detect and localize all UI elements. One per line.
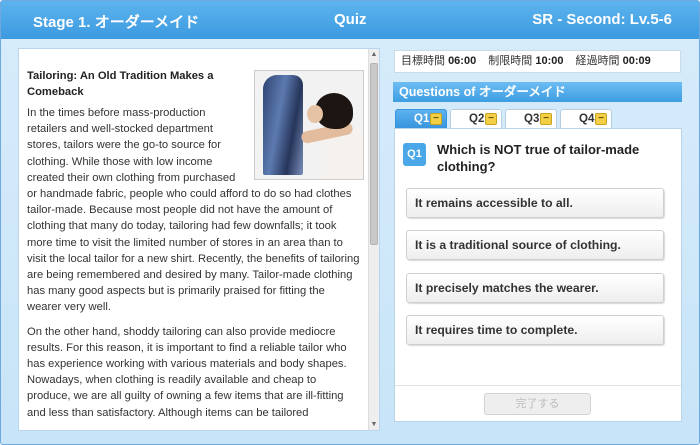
limit-time-value: 10:00 (535, 55, 564, 67)
level-label: SR - Second: Lv.5-6 (532, 11, 672, 28)
divider (395, 385, 681, 386)
answer-option-3[interactable]: It precisely matches the wearer. (406, 273, 664, 303)
tailor-photo-icon (254, 70, 364, 180)
elapsed-time-value: 00:09 (622, 55, 651, 67)
answer-option-4[interactable]: It requires time to complete. (406, 315, 664, 345)
unanswered-icon: − (430, 113, 442, 125)
complete-button[interactable]: 完了する (484, 393, 591, 415)
unanswered-icon: − (595, 113, 607, 125)
tab-label: Q2 (469, 113, 485, 125)
unanswered-icon: − (485, 113, 497, 125)
scroll-up-icon[interactable]: ▲ (369, 49, 379, 60)
reading-scrollbar[interactable]: ▲ ▼ (368, 49, 379, 430)
tab-label: Q4 (579, 113, 595, 125)
tab-q4[interactable]: Q4 − (560, 109, 612, 128)
question-text: Which is NOT true of tailor-made clothin… (437, 142, 640, 174)
unanswered-icon: − (540, 113, 552, 125)
article-paragraph: On the other hand, shoddy tailoring can … (27, 325, 347, 419)
tab-q1[interactable]: Q1 − (395, 109, 447, 128)
tab-q2[interactable]: Q2 − (450, 109, 502, 128)
tab-label: Q3 (524, 113, 540, 125)
question-tabs: Q1 − Q2 − Q3 − Q4 − (395, 109, 681, 128)
answer-option-2[interactable]: It is a traditional source of clothing. (406, 230, 664, 260)
stage-title: Stage 1. オーダーメイド (33, 14, 200, 31)
scroll-thumb[interactable] (370, 63, 378, 245)
tab-label: Q1 (414, 113, 430, 125)
timer-bar: 目標時間 06:00 制限時間 10:00 経過時間 00:09 (394, 50, 681, 73)
target-time-value: 06:00 (448, 55, 477, 67)
limit-time-label: 制限時間 (488, 55, 533, 67)
top-bar: Stage 1. オーダーメイド Quiz SR - Second: Lv.5-… (1, 1, 699, 39)
elapsed-time-label: 経過時間 (575, 55, 620, 67)
answer-option-1[interactable]: It remains accessible to all. (406, 188, 664, 218)
question-number-badge: Q1 (403, 143, 426, 166)
app-window: Stage 1. オーダーメイド Quiz SR - Second: Lv.5-… (0, 0, 700, 445)
article: Tailoring: An Old Tradition Makes a Come… (19, 49, 369, 430)
tab-q3[interactable]: Q3 − (505, 109, 557, 128)
target-time-label: 目標時間 (401, 55, 445, 67)
question-panel: Q1 Which is NOT true of tailor-made clot… (394, 128, 682, 422)
questions-header: Questions of オーダーメイド (393, 82, 682, 102)
reading-panel: Tailoring: An Old Tradition Makes a Come… (18, 48, 380, 431)
mode-title: Quiz (334, 11, 367, 28)
scroll-down-icon[interactable]: ▼ (369, 419, 379, 430)
